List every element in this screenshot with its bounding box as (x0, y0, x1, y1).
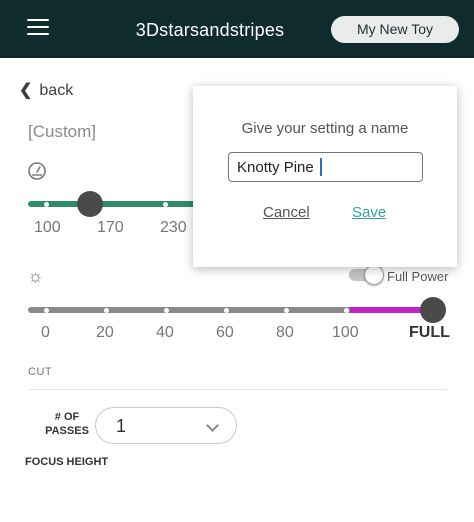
slider-tick (224, 307, 229, 313)
passes-select[interactable]: 1 (95, 407, 237, 444)
divider (28, 389, 446, 390)
focus-height-label: FOCUS HEIGHT (25, 456, 109, 468)
speed-tick-label: 100 (34, 219, 61, 236)
speed-tick-label: 170 (97, 219, 124, 236)
dialog-title: Give your setting a name (241, 120, 409, 137)
name-setting-dialog: Give your setting a name Cancel Save (193, 86, 457, 267)
app-header: 3Dstarsandstripes My New Toy (0, 0, 474, 58)
full-power-toggle[interactable] (349, 265, 384, 285)
save-button[interactable]: Save (352, 204, 386, 221)
back-link[interactable]: ❮ back (19, 80, 73, 100)
power-tick-label: 40 (156, 324, 174, 341)
speed-tick-label: 230 (160, 219, 187, 236)
power-tick-label: 0 (41, 324, 50, 341)
power-tick-label: 20 (96, 324, 114, 341)
power-tick-label: 80 (276, 324, 294, 341)
chevron-left-icon: ❮ (19, 82, 33, 99)
speedometer-icon (28, 162, 46, 180)
slider-tick (163, 201, 168, 207)
passes-label: # OF PASSES (45, 411, 89, 437)
chevron-down-icon (206, 419, 219, 432)
passes-value: 1 (116, 416, 127, 436)
power-slider-track[interactable] (28, 307, 350, 313)
power-tick-label: 60 (216, 324, 234, 341)
toggle-knob (364, 265, 384, 285)
setting-name-label: [Custom] (28, 122, 97, 141)
power-slider-thumb[interactable] (420, 297, 446, 323)
power-tick-label: 100 (332, 324, 359, 341)
setting-name-input[interactable] (228, 152, 423, 182)
slider-tick (44, 307, 49, 313)
slider-tick (344, 307, 349, 313)
slider-tick (104, 307, 109, 313)
cut-section-label: CUT (28, 366, 53, 378)
full-power-label: Full Power (387, 269, 449, 284)
slider-tick (284, 307, 289, 313)
back-label: back (39, 82, 74, 99)
text-cursor (320, 158, 322, 176)
cancel-button[interactable]: Cancel (263, 204, 310, 221)
power-full-label: FULL (409, 324, 450, 341)
device-selector-button[interactable]: My New Toy (331, 16, 459, 43)
sun-icon: ☼ (27, 266, 44, 286)
slider-tick (44, 201, 49, 207)
speed-slider-thumb[interactable] (77, 191, 103, 217)
slider-tick (164, 307, 169, 313)
